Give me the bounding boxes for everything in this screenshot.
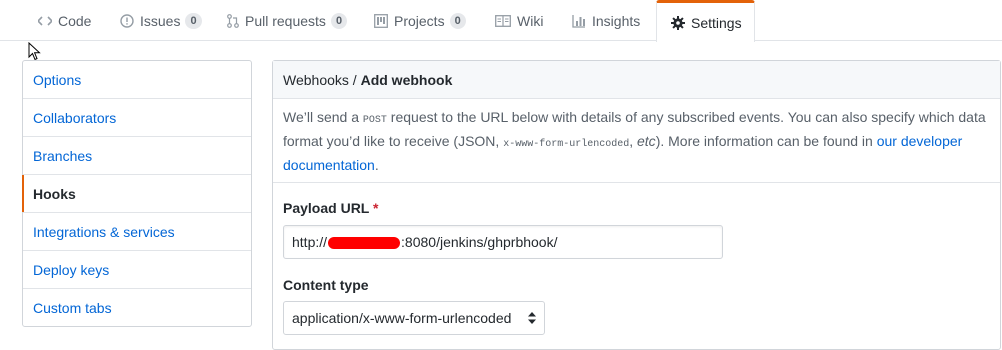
pull-requests-counter: 0 — [330, 12, 348, 29]
menu-item-collaborators[interactable]: Collaborators — [23, 99, 251, 137]
breadcrumb-separator: / — [348, 72, 361, 88]
add-webhook-panel: Webhooks / Add webhook We’ll send a POST… — [272, 60, 1001, 350]
tab-code[interactable]: Code — [38, 0, 91, 41]
breadcrumb: Webhooks / Add webhook — [273, 61, 1000, 99]
webhook-intro-text: We’ll send a POST request to the URL bel… — [273, 99, 1000, 183]
required-mark: * — [373, 200, 379, 216]
payload-url-label: Payload URL * — [283, 200, 379, 216]
tab-insights[interactable]: Insights — [572, 0, 640, 41]
graph-icon — [572, 14, 586, 28]
projects-counter: 0 — [449, 12, 466, 29]
menu-item-options[interactable]: Options — [23, 61, 251, 99]
content-type-label: Content type — [283, 277, 369, 293]
redaction-mark — [328, 237, 401, 250]
tab-projects[interactable]: Projects 0 — [374, 0, 466, 41]
payload-url-input[interactable]: http://:8080/jenkins/ghprbhook/ — [283, 225, 723, 259]
menu-item-hooks[interactable]: Hooks — [22, 175, 251, 213]
git-pull-request-icon — [227, 13, 239, 28]
gear-icon — [671, 15, 685, 30]
code-icon — [38, 15, 52, 27]
post-code: POST — [362, 115, 387, 126]
menu-item-integrations[interactable]: Integrations & services — [23, 213, 251, 251]
tab-settings[interactable]: Settings — [656, 0, 755, 42]
settings-menu: Options Collaborators Branches Hooks Int… — [22, 60, 252, 327]
tab-wiki[interactable]: Wiki — [495, 0, 543, 41]
page-title: Add webhook — [360, 72, 453, 88]
project-icon — [374, 13, 388, 28]
content-type-select[interactable]: application/x-www-form-urlencoded — [283, 301, 545, 335]
tab-pull-requests[interactable]: Pull requests 0 — [227, 0, 348, 41]
repo-nav: Code Issues 0 Pull requests 0 Projects 0… — [0, 0, 1002, 42]
book-icon — [495, 14, 511, 27]
menu-item-deploy-keys[interactable]: Deploy keys — [23, 251, 251, 289]
breadcrumb-webhooks[interactable]: Webhooks — [283, 72, 349, 88]
menu-item-custom-tabs[interactable]: Custom tabs — [23, 289, 251, 327]
select-arrows-icon — [528, 312, 536, 324]
issues-counter: 0 — [185, 12, 202, 29]
mouse-cursor-icon — [28, 42, 41, 61]
tab-issues[interactable]: Issues 0 — [120, 0, 202, 41]
issue-opened-icon — [120, 13, 134, 28]
menu-item-branches[interactable]: Branches — [23, 137, 251, 175]
urlencoded-code: x-www-form-urlencoded — [503, 139, 630, 150]
